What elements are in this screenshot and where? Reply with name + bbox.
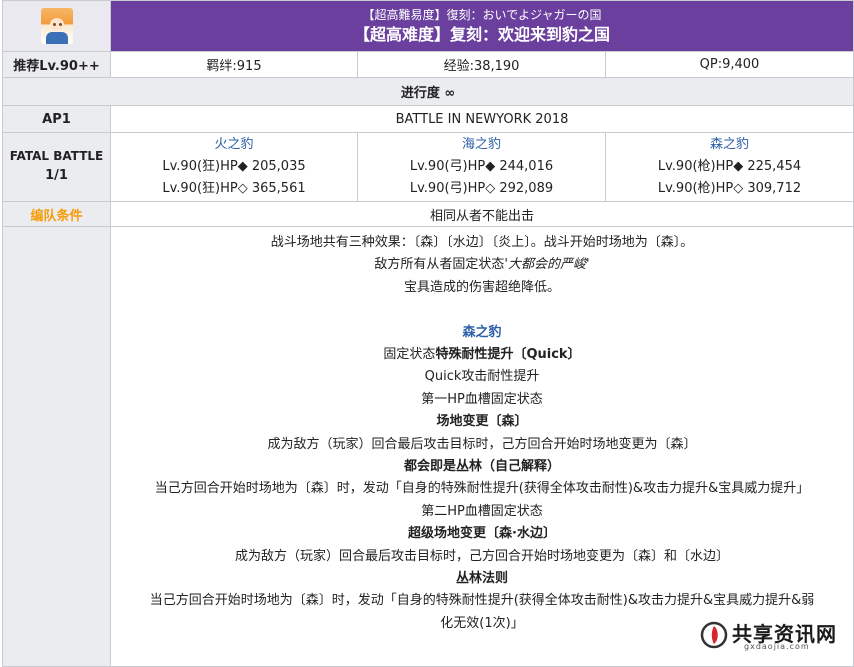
fatal-battle-text: FATAL BATTLE — [9, 149, 104, 163]
enemy-fire-cell: 火之豹 Lv.90(狂)HP◆ 205,035 Lv.90(狂)HP◇ 365,… — [110, 132, 358, 202]
enemy-hp-1: Lv.90(弓)HP◆ 244,016 — [409, 159, 554, 174]
desc-line: 敌方所有从者固定状态'大都会的严峻' — [115, 254, 849, 276]
desc-line: 固定状态特殊耐性提升〔Quick〕 — [115, 344, 849, 366]
desc-heading: 超级场地变更〔森·水边〕 — [408, 526, 556, 542]
enemy-sea-cell: 海之豹 Lv.90(弓)HP◆ 244,016 Lv.90(弓)HP◇ 292,… — [357, 132, 606, 202]
desc-line: 宝具造成的伤害超绝降低。 — [403, 279, 560, 295]
recommend-level: 推荐Lv.90++ — [2, 51, 111, 78]
enemy-hp-2: Lv.90(枪)HP◇ 309,712 — [657, 181, 802, 196]
desc-line: 战斗场地共有三种效果：〔森〕〔水边〕〔炎上〕。战斗开始时场地为〔森〕。 — [270, 235, 694, 250]
desc-line: 第二HP血槽固定状态 — [421, 503, 543, 519]
fatal-battle-count: 1/1 — [45, 168, 68, 183]
desc-heading: 场地变更〔森〕 — [436, 414, 528, 430]
watermark-subtext: gxdaojia.com — [744, 642, 810, 651]
desc-prefix: 敌方所有从者固定状态 — [374, 257, 505, 273]
enemy-name-link[interactable]: 森之豹 — [606, 134, 853, 156]
enemy-forest-cell: 森之豹 Lv.90(枪)HP◆ 225,454 Lv.90(枪)HP◇ 309,… — [605, 132, 854, 202]
enemy-hp-2: Lv.90(狂)HP◇ 365,561 — [162, 181, 306, 196]
desc-italic: '大都会的严峻' — [504, 257, 590, 273]
watermark-logo-icon — [700, 621, 728, 649]
fatal-battle-label: FATAL BATTLE 1/1 — [2, 132, 111, 202]
quest-title-cn: 【超高难度】复刻：欢迎来到豹之国 — [353, 25, 610, 44]
exp-value: 经验:38,190 — [357, 51, 606, 78]
formation-label: 编队条件 — [2, 201, 111, 227]
battle-name: BATTLE IN NEWYORK 2018 — [110, 105, 854, 133]
enemy-hp-1: Lv.90(枪)HP◆ 225,454 — [657, 159, 802, 174]
desc-prefix: 固定状态 — [383, 347, 436, 363]
enemy-name-link[interactable]: 火之豹 — [111, 134, 357, 156]
battle-description: 战斗场地共有三种效果：〔森〕〔水边〕〔炎上〕。战斗开始时场地为〔森〕。 敌方所有… — [110, 226, 854, 667]
forest-title: 森之豹 — [462, 324, 502, 340]
desc-bold: 特殊耐性提升〔Quick〕 — [435, 347, 581, 363]
progress-label: 进行度 ∞ — [2, 77, 854, 106]
desc-heading: 丛林法则 — [455, 571, 508, 587]
servant-avatar[interactable] — [40, 8, 73, 44]
desc-line: 当己方回合开始时场地为〔森〕时，发动「自身的特殊耐性提升(获得全体攻击耐性)&攻… — [154, 481, 810, 497]
enemy-hp-2: Lv.90(弓)HP◇ 292,089 — [409, 181, 554, 196]
desc-line: Quick攻击耐性提升 — [424, 369, 540, 385]
quest-header: 【超高難易度】復刻：おいでよジャガーの国 【超高难度】复刻：欢迎来到豹之国 — [110, 0, 854, 52]
servant-thumbnail-cell — [2, 0, 111, 52]
enemy-hp-1: Lv.90(狂)HP◆ 205,035 — [162, 159, 306, 174]
desc-line: 第一HP血槽固定状态 — [421, 391, 543, 407]
quest-table: 【超高難易度】復刻：おいでよジャガーの国 【超高难度】复刻：欢迎来到豹之国 推荐… — [2, 0, 854, 667]
site-watermark: 共享资讯网 gxdaojia.com — [698, 617, 848, 653]
bond-value: 羁绊:915 — [110, 51, 358, 78]
ap-label: AP1 — [2, 105, 111, 133]
desc-line: 当己方回合开始时场地为〔森〕时，发动「自身的特殊耐性提升(获得全体攻击耐性)&攻… — [149, 593, 815, 609]
enemy-name-link[interactable]: 海之豹 — [358, 134, 605, 156]
qp-value: QP:9,400 — [605, 51, 854, 78]
description-label-cell — [2, 226, 111, 667]
desc-heading: 都会即是丛林（自己解释） — [403, 459, 560, 475]
desc-line: 成为敌方（玩家）回合最后攻击目标时，己方回合开始时场地变更为〔森〕 — [267, 436, 697, 452]
desc-line: 成为敌方（玩家）回合最后攻击目标时，己方回合开始时场地变更为〔森〕和〔水边〕 — [234, 548, 729, 564]
formation-value: 相同从者不能出击 — [110, 201, 854, 227]
quest-title-jp: 【超高難易度】復刻：おいでよジャガーの国 — [362, 8, 602, 22]
